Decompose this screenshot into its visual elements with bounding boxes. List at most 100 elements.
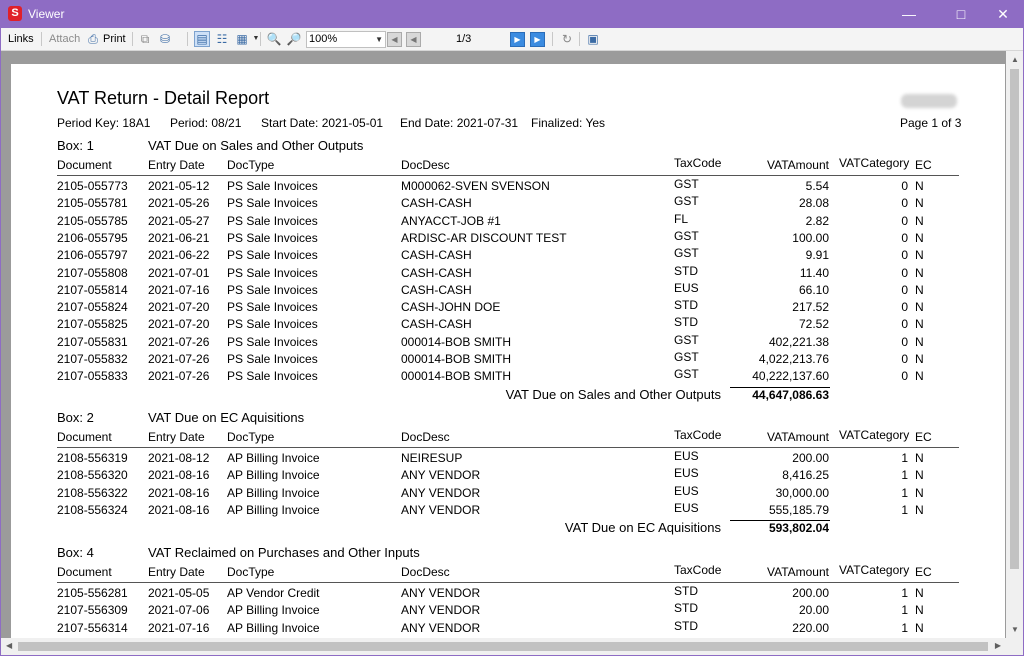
print-button[interactable]: Print xyxy=(103,28,126,50)
column-header-ec: EC xyxy=(915,158,932,172)
cell-vatamount: 30,000.00 xyxy=(775,486,829,500)
cell-vatamount: 20.00 xyxy=(798,603,829,617)
cell-taxcode: STD xyxy=(674,264,698,278)
cell-doctype: PS Sale Invoices xyxy=(227,214,318,228)
cell-vatamount: 200.00 xyxy=(792,586,829,600)
cell-ec: N xyxy=(915,586,924,600)
find-icon[interactable]: ⛁ xyxy=(157,31,173,47)
cell-vatamount: 100.00 xyxy=(792,231,829,245)
cell-vatcategory: 1 xyxy=(901,451,908,465)
column-header-vatamount: VATAmount xyxy=(766,565,829,579)
column-header-vatcategory: VATCategory xyxy=(839,428,910,442)
cell-doctype: AP Billing Invoice xyxy=(227,486,320,500)
toolbar-separator xyxy=(41,32,42,46)
cell-taxcode: STD xyxy=(674,619,698,633)
cell-vatcategory: 0 xyxy=(901,283,908,297)
toolbar-separator xyxy=(260,32,261,46)
single-page-view-icon[interactable]: ▤ xyxy=(194,31,210,47)
cell-document: 2107-055824 xyxy=(57,300,128,314)
toolbar-separator xyxy=(187,32,188,46)
column-header-entry-date: Entry Date xyxy=(148,565,205,579)
cell-taxcode: GST xyxy=(674,194,699,208)
copy-icon[interactable]: ⧉ xyxy=(137,31,153,47)
cell-ec: N xyxy=(915,603,924,617)
cell-docdesc: 000014-BOB SMITH xyxy=(401,335,512,349)
scroll-right-icon[interactable]: ▶ xyxy=(995,641,1001,650)
attach-button[interactable]: Attach xyxy=(49,28,80,50)
cell-document: 2106-055797 xyxy=(57,248,128,262)
close-icon[interactable]: ✕ xyxy=(980,0,1024,28)
cell-document: 2107-556309 xyxy=(57,603,128,617)
minimize-icon[interactable]: — xyxy=(886,0,932,28)
cell-entry-date: 2021-08-16 xyxy=(148,486,210,500)
print-icon[interactable]: ⎙ xyxy=(85,31,101,47)
page-indicator[interactable]: 1/3 xyxy=(456,28,471,50)
previous-page-icon[interactable]: ◀ xyxy=(406,32,421,47)
first-page-icon[interactable]: ◀ xyxy=(387,32,402,47)
scroll-left-icon[interactable]: ◀ xyxy=(6,641,12,650)
cell-entry-date: 2021-07-16 xyxy=(148,621,210,635)
cell-ec: N xyxy=(915,317,924,331)
cell-vatamount: 9.91 xyxy=(805,248,829,262)
zoom-in-icon[interactable]: 🔎 xyxy=(286,31,302,47)
cell-ec: N xyxy=(915,231,924,245)
cell-entry-date: 2021-05-05 xyxy=(148,586,210,600)
cell-ec: N xyxy=(915,503,924,517)
export-icon[interactable]: ▣ xyxy=(585,31,601,47)
toolbar-separator xyxy=(579,32,580,46)
cell-entry-date: 2021-07-20 xyxy=(148,317,210,331)
cell-doctype: PS Sale Invoices xyxy=(227,317,318,331)
scroll-up-icon[interactable]: ▲ xyxy=(1011,55,1019,64)
column-header-taxcode: TaxCode xyxy=(674,156,722,170)
scroll-thumb[interactable] xyxy=(1010,69,1019,569)
finalized-status: Finalized: Yes xyxy=(531,116,606,130)
cell-taxcode: GST xyxy=(674,246,699,260)
page-count: Page 1 of 3 xyxy=(900,116,962,130)
cell-vatcategory: 0 xyxy=(901,300,908,314)
cell-vatcategory: 0 xyxy=(901,179,908,193)
last-page-icon[interactable]: ▶ xyxy=(530,32,545,47)
cell-document: 2105-055773 xyxy=(57,179,128,193)
horizontal-scrollbar[interactable]: ◀ ▶ xyxy=(1,638,1006,655)
zoom-out-icon[interactable]: 🔍 xyxy=(266,31,282,47)
cell-doctype: AP Billing Invoice xyxy=(227,603,320,617)
next-page-icon[interactable]: ▶ xyxy=(510,32,525,47)
view-dropdown-arrow-icon[interactable]: ▼ xyxy=(248,31,264,47)
maximize-icon[interactable]: □ xyxy=(938,0,984,28)
cell-vatamount: 217.52 xyxy=(792,300,829,314)
cell-taxcode: EUS xyxy=(674,449,699,463)
cell-doctype: PS Sale Invoices xyxy=(227,179,318,193)
chevron-down-icon: ▼ xyxy=(375,35,383,44)
section-total-value: 44,647,086.63 xyxy=(752,388,829,402)
continuous-view-icon[interactable]: ☷ xyxy=(214,31,230,47)
links-button[interactable]: Links xyxy=(8,28,34,50)
column-header-doctype: DocType xyxy=(227,430,275,444)
cell-vatcategory: 0 xyxy=(901,317,908,331)
cell-taxcode: EUS xyxy=(674,281,699,295)
vertical-scrollbar[interactable]: ▲ ▼ xyxy=(1006,51,1023,638)
cell-vatcategory: 0 xyxy=(901,214,908,228)
cell-document: 2107-055825 xyxy=(57,317,128,331)
cell-vatamount: 2.82 xyxy=(805,214,829,228)
cell-entry-date: 2021-07-20 xyxy=(148,300,210,314)
cell-document: 2106-055795 xyxy=(57,231,128,245)
cell-doctype: PS Sale Invoices xyxy=(227,231,318,245)
cell-doctype: AP Vendor Credit xyxy=(227,586,320,600)
end-date: End Date: 2021-07-31 xyxy=(400,116,519,130)
cell-doctype: PS Sale Invoices xyxy=(227,300,318,314)
start-date: Start Date: 2021-05-01 xyxy=(261,116,384,130)
zoom-select[interactable]: 100% ▼ xyxy=(306,31,386,48)
cell-ec: N xyxy=(915,486,924,500)
toolbar-separator xyxy=(132,32,133,46)
column-header-docdesc: DocDesc xyxy=(401,565,450,579)
refresh-icon[interactable]: ↻ xyxy=(559,31,575,47)
cell-ec: N xyxy=(915,283,924,297)
scroll-down-icon[interactable]: ▼ xyxy=(1011,625,1019,634)
period-key: Period Key: 18A1 xyxy=(57,116,151,130)
cell-vatamount: 220.00 xyxy=(792,621,829,635)
scroll-thumb[interactable] xyxy=(18,642,988,651)
column-header-taxcode: TaxCode xyxy=(674,563,722,577)
report-page: VAT Return - Detail Report Period Key: 1… xyxy=(11,64,1005,638)
cell-docdesc: ANY VENDOR xyxy=(401,486,481,500)
cell-document: 2107-055814 xyxy=(57,283,128,297)
